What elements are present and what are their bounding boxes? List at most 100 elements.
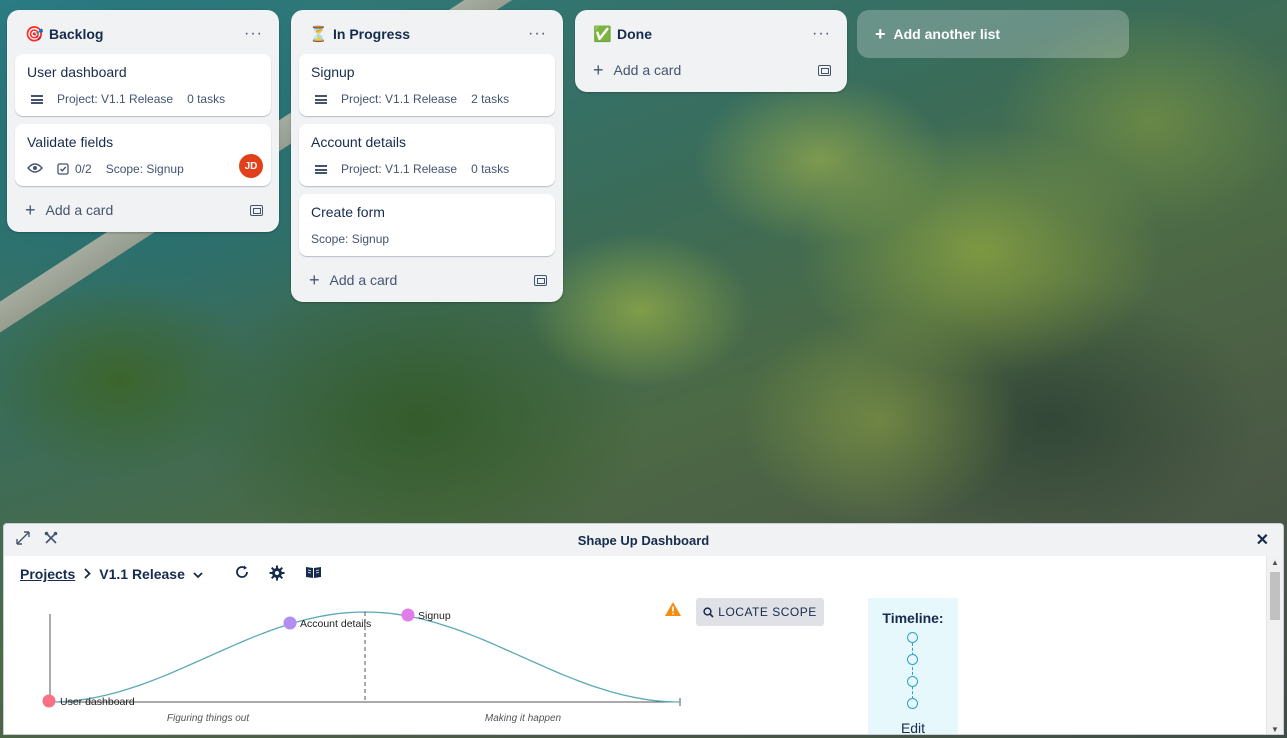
expand-icon[interactable] <box>16 531 30 549</box>
book-open-icon[interactable] <box>305 565 322 586</box>
add-card-label: Add a card <box>45 202 114 218</box>
card-template-icon[interactable] <box>250 204 263 216</box>
add-card-label: Add a card <box>613 62 682 78</box>
add-card-button[interactable]: + Add a card <box>593 61 681 79</box>
breadcrumb-release[interactable]: V1.1 Release <box>99 566 203 582</box>
card-template-icon[interactable] <box>818 64 831 76</box>
card-project: Project: V1.1 Release <box>341 92 458 106</box>
dashboard-toolbar <box>235 565 322 586</box>
panel-header: Shape Up Dashboard ✕ <box>4 524 1283 556</box>
hill-point-label: User dashboard <box>60 696 135 708</box>
plus-icon: + <box>25 200 36 220</box>
hourglass-icon: ⏳ <box>309 26 328 43</box>
description-icon <box>31 94 43 104</box>
list-more-button[interactable]: ··· <box>812 25 831 43</box>
card-title: Account details <box>311 134 406 150</box>
plus-icon: + <box>309 270 320 290</box>
card-badges: 0/2 Scope: Signup <box>27 160 259 178</box>
card-badges: Project: V1.1 Release 0 tasks <box>27 90 259 108</box>
list-title-text: In Progress <box>333 26 411 42</box>
breadcrumb-projects-link[interactable]: Projects <box>20 566 75 582</box>
release-name: V1.1 Release <box>99 566 185 582</box>
close-icon[interactable]: ✕ <box>1256 530 1269 550</box>
list-title-backlog[interactable]: 🎯 Backlog <box>25 25 103 43</box>
timeline-dot[interactable] <box>907 698 918 709</box>
add-card-label: Add a card <box>329 272 398 288</box>
list-more-button[interactable]: ··· <box>244 25 263 43</box>
shape-up-dashboard-panel: Shape Up Dashboard ✕ Projects V1.1 Relea… <box>3 523 1284 735</box>
card-create-form[interactable]: Create form Scope: Signup <box>299 194 555 256</box>
card-user-dashboard[interactable]: User dashboard Project: V1.1 Release 0 t… <box>15 54 271 116</box>
add-card-button[interactable]: + Add a card <box>25 201 113 219</box>
gear-icon[interactable] <box>269 565 285 586</box>
locate-scope-label: LOCATE SCOPE <box>718 605 817 619</box>
card-title: Create form <box>311 204 385 220</box>
add-card-row: + Add a card <box>583 54 839 86</box>
add-list-label: Add another list <box>893 26 1001 42</box>
card-signup[interactable]: Signup Project: V1.1 Release 2 tasks <box>299 54 555 116</box>
list-in-progress: ⏳ In Progress ··· Signup Project: V1.1 R… <box>291 10 563 302</box>
avatar[interactable]: JD <box>239 154 263 178</box>
panel-scrollbar[interactable]: ▲ ▼ <box>1266 556 1283 734</box>
list-done: ✅ Done ··· + Add a card <box>575 10 847 92</box>
timeline-title: Timeline: <box>882 610 944 626</box>
description-icon <box>315 164 327 174</box>
refresh-icon[interactable] <box>235 565 249 586</box>
tools-icon[interactable] <box>44 531 58 549</box>
scroll-down-arrow-icon[interactable]: ▼ <box>1267 725 1283 734</box>
add-card-button[interactable]: + Add a card <box>309 271 397 289</box>
checklist-icon <box>57 163 69 175</box>
card-scope: Scope: Signup <box>105 162 184 176</box>
list-title-text: Done <box>617 26 652 42</box>
card-task-count: 0 tasks <box>187 92 226 106</box>
timeline-dot[interactable] <box>907 676 918 687</box>
eye-icon <box>27 162 43 177</box>
list-more-button[interactable]: ··· <box>528 25 547 43</box>
chevron-right-icon <box>83 567 92 582</box>
timeline-dot[interactable] <box>907 632 918 643</box>
hill-point-account-details[interactable] <box>283 616 297 630</box>
list-title-in-progress[interactable]: ⏳ In Progress <box>309 25 410 43</box>
add-list-button[interactable]: + Add another list <box>857 10 1129 58</box>
panel-header-actions <box>16 531 58 549</box>
hill-point-user-dashboard[interactable] <box>42 694 56 708</box>
card-badges: Scope: Signup <box>311 230 543 248</box>
breadcrumb: Projects V1.1 Release <box>20 566 203 582</box>
list-header: ✅ Done ··· <box>583 18 839 50</box>
scroll-up-arrow-icon[interactable]: ▲ <box>1267 558 1283 567</box>
card-title: User dashboard <box>27 64 127 80</box>
timeline-steps <box>868 632 958 722</box>
locate-scope-button[interactable]: LOCATE SCOPE <box>696 598 824 626</box>
hill-point-label: Account details <box>300 618 371 630</box>
target-icon: 🎯 <box>25 26 44 43</box>
description-icon <box>315 94 327 104</box>
card-task-count: 2 tasks <box>471 92 510 106</box>
card-scope: Scope: Signup <box>311 232 390 246</box>
card-project: Project: V1.1 Release <box>57 92 174 106</box>
list-title-done[interactable]: ✅ Done <box>593 25 652 43</box>
checklist-count: 0/2 <box>75 162 92 176</box>
list-title-text: Backlog <box>49 26 104 42</box>
hill-point-signup[interactable] <box>401 608 415 622</box>
plus-icon: + <box>875 24 886 44</box>
scroll-thumb[interactable] <box>1270 572 1280 620</box>
card-validate-fields[interactable]: Validate fields 0/2 Scope: Signup JD <box>15 124 271 186</box>
list-backlog: 🎯 Backlog ··· User dashboard Project: V1… <box>7 10 279 232</box>
card-template-icon[interactable] <box>534 274 547 286</box>
card-title: Validate fields <box>27 134 114 150</box>
check-mark-icon: ✅ <box>593 26 612 43</box>
list-header: 🎯 Backlog ··· <box>15 18 271 50</box>
plus-icon: + <box>593 60 604 80</box>
list-header: ⏳ In Progress ··· <box>299 18 555 50</box>
timeline-line <box>912 638 913 704</box>
checklist-badge: 0/2 <box>57 162 92 176</box>
timeline-dot[interactable] <box>907 654 918 665</box>
search-icon <box>703 606 714 618</box>
hill-left-label: Figuring things out <box>167 713 250 724</box>
hill-chart: Figuring things out Making it happen Use… <box>42 608 681 724</box>
card-project: Project: V1.1 Release <box>341 162 458 176</box>
warning-icon <box>665 602 681 616</box>
hill-point-label: Signup <box>418 610 451 622</box>
card-account-details[interactable]: Account details Project: V1.1 Release 0 … <box>299 124 555 186</box>
timeline-edit-link[interactable]: Edit <box>868 720 958 734</box>
